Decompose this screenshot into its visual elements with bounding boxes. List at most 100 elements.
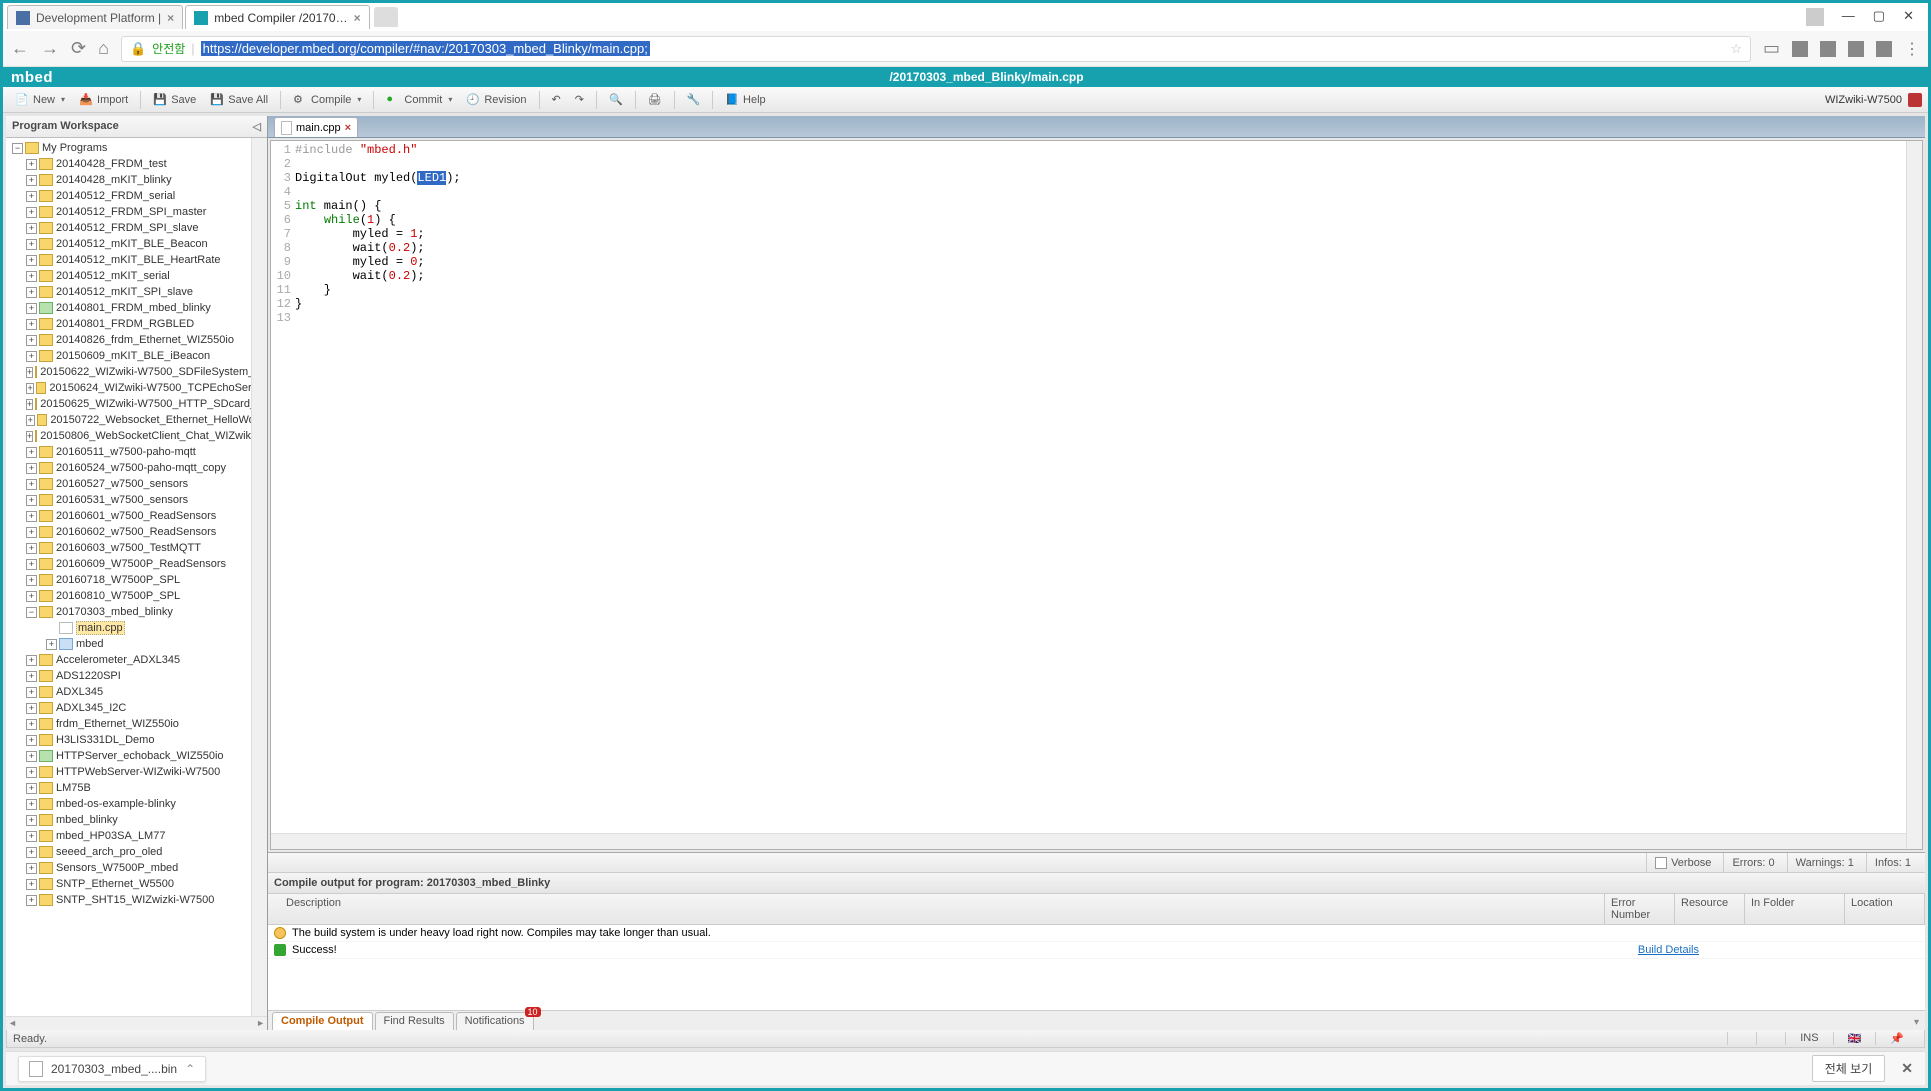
- tree-item[interactable]: +20160511_w7500-paho-mqtt: [8, 444, 267, 460]
- tree-item[interactable]: +20140512_FRDM_serial: [8, 188, 267, 204]
- minimize-button[interactable]: —: [1842, 8, 1855, 26]
- tree-item[interactable]: +LM75B: [8, 780, 267, 796]
- editor-vscroll[interactable]: [1906, 141, 1922, 849]
- close-tab-icon[interactable]: ×: [167, 11, 174, 25]
- download-chevron-icon[interactable]: ⌃: [185, 1062, 195, 1076]
- tree-item[interactable]: −20170303_mbed_blinky: [8, 604, 267, 620]
- ext-icon-2[interactable]: [1820, 41, 1836, 57]
- program-tree[interactable]: −My Programs+20140428_FRDM_test+20140428…: [6, 138, 267, 1016]
- menu-button[interactable]: ⋮: [1904, 39, 1920, 59]
- tree-item[interactable]: +HTTPServer_echoback_WIZ550io: [8, 748, 267, 764]
- tree-item[interactable]: +20160531_w7500_sensors: [8, 492, 267, 508]
- tree-item[interactable]: +H3LIS331DL_Demo: [8, 732, 267, 748]
- tree-item[interactable]: +20150722_Websocket_Ethernet_HelloWorld: [8, 412, 267, 428]
- output-tab-find[interactable]: Find Results: [375, 1012, 454, 1032]
- tree-item[interactable]: +seeed_arch_pro_oled: [8, 844, 267, 860]
- tree-item[interactable]: +ADXL345_I2C: [8, 700, 267, 716]
- code-editor[interactable]: 12345678910111213 #include "mbed.h" Digi…: [270, 140, 1923, 850]
- commit-button[interactable]: ●Commit▾: [380, 91, 458, 109]
- browser-tab-1[interactable]: Development Platform | ×: [7, 5, 183, 29]
- tree-item[interactable]: +20150806_WebSocketClient_Chat_WIZwiki-W…: [8, 428, 267, 444]
- tree-item[interactable]: +20160527_w7500_sensors: [8, 476, 267, 492]
- close-download-bar-button[interactable]: ✕: [1901, 1060, 1913, 1077]
- tree-item[interactable]: +20140826_frdm_Ethernet_WIZ550io: [8, 332, 267, 348]
- reload-button[interactable]: ⟳: [71, 38, 86, 59]
- tree-item[interactable]: +20160810_W7500P_SPL: [8, 588, 267, 604]
- tree-item[interactable]: +20160524_w7500-paho-mqtt_copy: [8, 460, 267, 476]
- tree-item[interactable]: +20140801_FRDM_RGBLED: [8, 316, 267, 332]
- tree-item[interactable]: +ADS1220SPI: [8, 668, 267, 684]
- close-editor-tab-icon[interactable]: ×: [345, 122, 351, 134]
- code-content[interactable]: #include "mbed.h" DigitalOut myled(LED1)…: [295, 141, 461, 849]
- tree-item[interactable]: +20140512_mKIT_SPI_slave: [8, 284, 267, 300]
- tree-item[interactable]: +Accelerometer_ADXL345: [8, 652, 267, 668]
- import-button[interactable]: 📥Import: [73, 91, 134, 109]
- revision-button[interactable]: 🕘Revision: [460, 91, 532, 109]
- tree-child[interactable]: +mbed: [8, 636, 267, 652]
- tree-item[interactable]: +20160601_w7500_ReadSensors: [8, 508, 267, 524]
- tree-item[interactable]: +20140512_FRDM_SPI_slave: [8, 220, 267, 236]
- tree-item[interactable]: +frdm_Ethernet_WIZ550io: [8, 716, 267, 732]
- redo-button[interactable]: ↷: [569, 91, 590, 108]
- tree-item[interactable]: +20140428_FRDM_test: [8, 156, 267, 172]
- forward-button[interactable]: →: [41, 38, 59, 59]
- tree-item[interactable]: +20160609_W7500P_ReadSensors: [8, 556, 267, 572]
- tree-item[interactable]: +SNTP_SHT15_WIZwizki-W7500: [8, 892, 267, 908]
- output-tab-notifications[interactable]: Notifications: [456, 1012, 534, 1032]
- undo-button[interactable]: ↶: [546, 91, 567, 108]
- print-button[interactable]: 🖨: [642, 91, 668, 108]
- build-details-link[interactable]: Build Details: [1638, 944, 1919, 956]
- ext-icon-4[interactable]: [1876, 41, 1892, 57]
- tree-item[interactable]: +mbed-os-example-blinky: [8, 796, 267, 812]
- present-icon[interactable]: ▭: [1763, 38, 1780, 59]
- tree-item[interactable]: +20150609_mKIT_BLE_iBeacon: [8, 348, 267, 364]
- url-input[interactable]: 🔒 안전함 | https://developer.mbed.org/compi…: [121, 36, 1751, 62]
- verbose-checkbox[interactable]: [1655, 857, 1667, 869]
- tree-item[interactable]: +20140801_FRDM_mbed_blinky: [8, 300, 267, 316]
- tree-item[interactable]: +20150624_WIZwiki-W7500_TCPEchoServer: [8, 380, 267, 396]
- ext-icon-3[interactable]: [1848, 41, 1864, 57]
- tree-item[interactable]: +mbed_blinky: [8, 812, 267, 828]
- wrench-button[interactable]: 🔧: [681, 91, 707, 108]
- search-button[interactable]: 🔍: [603, 91, 629, 108]
- board-icon[interactable]: [1908, 93, 1922, 107]
- close-tab-icon[interactable]: ×: [354, 11, 361, 25]
- tree-item[interactable]: +20160602_w7500_ReadSensors: [8, 524, 267, 540]
- board-label[interactable]: WIZwiki-W7500: [1825, 94, 1902, 106]
- browser-tab-2[interactable]: mbed Compiler /20170… ×: [185, 5, 369, 29]
- tree-item[interactable]: +mbed_HP03SA_LM77: [8, 828, 267, 844]
- new-tab-button[interactable]: [374, 7, 398, 27]
- pin-icon[interactable]: 📌: [1875, 1032, 1918, 1045]
- compile-button[interactable]: ⚙Compile▾: [287, 91, 367, 109]
- tree-item[interactable]: +20150622_WIZwiki-W7500_SDFileSystem_Hel…: [8, 364, 267, 380]
- maximize-button[interactable]: ▢: [1873, 8, 1885, 26]
- tree-item[interactable]: +20140512_mKIT_serial: [8, 268, 267, 284]
- ext-icon-1[interactable]: [1792, 41, 1808, 57]
- save-all-button[interactable]: 💾Save All: [204, 91, 274, 109]
- tree-scrollbar[interactable]: [251, 138, 267, 1016]
- editor-hscroll[interactable]: [271, 833, 1906, 849]
- tree-item[interactable]: +20160718_W7500P_SPL: [8, 572, 267, 588]
- tree-item[interactable]: +20150625_WIZwiki-W7500_HTTP_SDcard_file…: [8, 396, 267, 412]
- tree-item[interactable]: +Sensors_W7500P_mbed: [8, 860, 267, 876]
- home-button[interactable]: ⌂: [98, 38, 109, 59]
- new-button[interactable]: 📄New▾: [9, 91, 71, 109]
- back-button[interactable]: ←: [11, 38, 29, 59]
- tree-item[interactable]: +HTTPWebServer-WIZwiki-W7500: [8, 764, 267, 780]
- show-all-downloads-button[interactable]: 전체 보기: [1812, 1055, 1886, 1082]
- tree-child[interactable]: main.cpp: [8, 620, 267, 636]
- output-tab-compile[interactable]: Compile Output: [272, 1012, 373, 1032]
- output-collapse-button[interactable]: ▾: [1914, 1017, 1919, 1028]
- star-icon[interactable]: ☆: [1730, 41, 1742, 57]
- close-window-button[interactable]: ✕: [1903, 8, 1914, 26]
- tree-item[interactable]: +20140512_FRDM_SPI_master: [8, 204, 267, 220]
- account-icon[interactable]: [1806, 8, 1824, 26]
- tree-item[interactable]: +20140512_mKIT_BLE_Beacon: [8, 236, 267, 252]
- collapse-panel-button[interactable]: ◁: [253, 120, 261, 133]
- tree-item[interactable]: +20160603_w7500_TestMQTT: [8, 540, 267, 556]
- tree-item[interactable]: +20140428_mKIT_blinky: [8, 172, 267, 188]
- tree-item[interactable]: +SNTP_Ethernet_W5500: [8, 876, 267, 892]
- tree-item[interactable]: +ADXL345: [8, 684, 267, 700]
- tree-item[interactable]: +20140512_mKIT_BLE_HeartRate: [8, 252, 267, 268]
- help-button[interactable]: 📘Help: [719, 91, 771, 108]
